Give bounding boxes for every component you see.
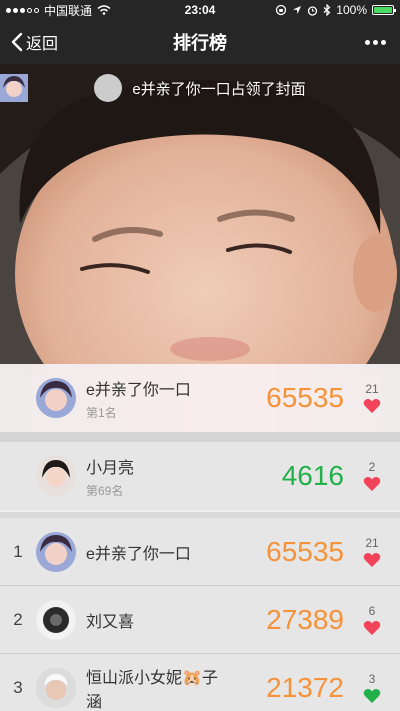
score: 4616	[281, 460, 344, 491]
heart-icon	[363, 552, 381, 567]
my-ranking-panel: e并亲了你一口 第1名 65535 21 小月亮 第69名 4616 2	[0, 364, 400, 512]
bluetooth-icon	[323, 4, 331, 16]
carrier-label: 中国联通	[44, 3, 93, 18]
avatar	[36, 599, 76, 640]
avatar	[36, 531, 76, 572]
user-name: 刘又喜	[86, 613, 135, 631]
heart-icon	[363, 620, 381, 635]
back-button[interactable]: 返回	[10, 20, 58, 64]
like-button[interactable]: 3	[344, 672, 400, 704]
app-root: 中国联通 23:04 100% 返回 排行榜 e并亲了你一口占领了封面 e并亲了…	[0, 0, 400, 711]
cover-caption: e并亲了你一口占领了封面	[0, 74, 400, 102]
heart-icon	[363, 477, 381, 491]
like-button[interactable]: 21	[344, 382, 400, 414]
like-count: 21	[365, 535, 379, 550]
my-ranking-row[interactable]: e并亲了你一口 第1名 65535 21	[0, 364, 400, 432]
list-item[interactable]: 1 e并亲了你一口 65535 21	[0, 518, 400, 586]
status-bar: 中国联通 23:04 100%	[0, 0, 400, 20]
like-button[interactable]: 2	[344, 460, 400, 492]
user-rank-text: 第69名	[86, 483, 124, 498]
score: 65535	[266, 535, 344, 567]
like-count: 6	[368, 603, 376, 618]
list-item[interactable]: 2 刘又喜 27389 6	[0, 586, 400, 654]
avatar	[36, 378, 76, 418]
user-name: e并亲了你一口	[86, 381, 191, 399]
heart-icon	[363, 399, 381, 413]
cover-caption-text: e并亲了你一口占领了封面	[132, 80, 306, 98]
battery-percent: 100%	[336, 3, 367, 17]
leaderboard-list: 1 e并亲了你一口 65535 21 2 刘又喜 27389 6 3 恒山派小女…	[0, 518, 400, 711]
avatar	[36, 667, 76, 708]
like-count: 2	[368, 460, 376, 474]
battery-icon	[372, 5, 396, 15]
avatar	[0, 74, 123, 102]
rank-number: 3	[13, 677, 23, 697]
wifi-icon	[97, 5, 111, 15]
score: 65535	[266, 382, 344, 413]
my-ranking-row[interactable]: 小月亮 第69名 4616 2	[0, 442, 400, 510]
like-button[interactable]: 6	[344, 604, 400, 636]
user-name: 小月亮	[86, 459, 135, 477]
alarm-icon	[308, 5, 318, 16]
orientation-lock-icon	[276, 4, 287, 16]
heart-icon	[363, 688, 381, 703]
back-label: 返回	[26, 36, 59, 53]
location-icon	[293, 6, 302, 14]
rank-number: 1	[13, 541, 23, 561]
score: 21372	[266, 671, 344, 703]
like-count: 3	[368, 671, 376, 686]
user-rank-text: 第1名	[86, 405, 117, 420]
cover-image	[0, 64, 400, 374]
like-button[interactable]: 21	[344, 536, 400, 568]
like-count: 21	[365, 382, 379, 396]
nav-bar: 返回 排行榜	[0, 20, 400, 64]
user-name: e并亲了你一口	[86, 545, 191, 563]
avatar	[36, 456, 76, 496]
rank-number: 2	[13, 609, 23, 629]
divider	[0, 432, 400, 442]
signal-icon	[6, 7, 39, 13]
more-button[interactable]	[365, 20, 386, 64]
user-name: 恒山派小女妮🐹子涵	[86, 669, 218, 711]
score: 27389	[266, 603, 344, 635]
cover-photo: e并亲了你一口占领了封面	[0, 64, 400, 374]
page-title: 排行榜	[173, 33, 227, 53]
chevron-left-icon	[11, 32, 23, 52]
list-item[interactable]: 3 恒山派小女妮🐹子涵 21372 3	[0, 654, 400, 711]
